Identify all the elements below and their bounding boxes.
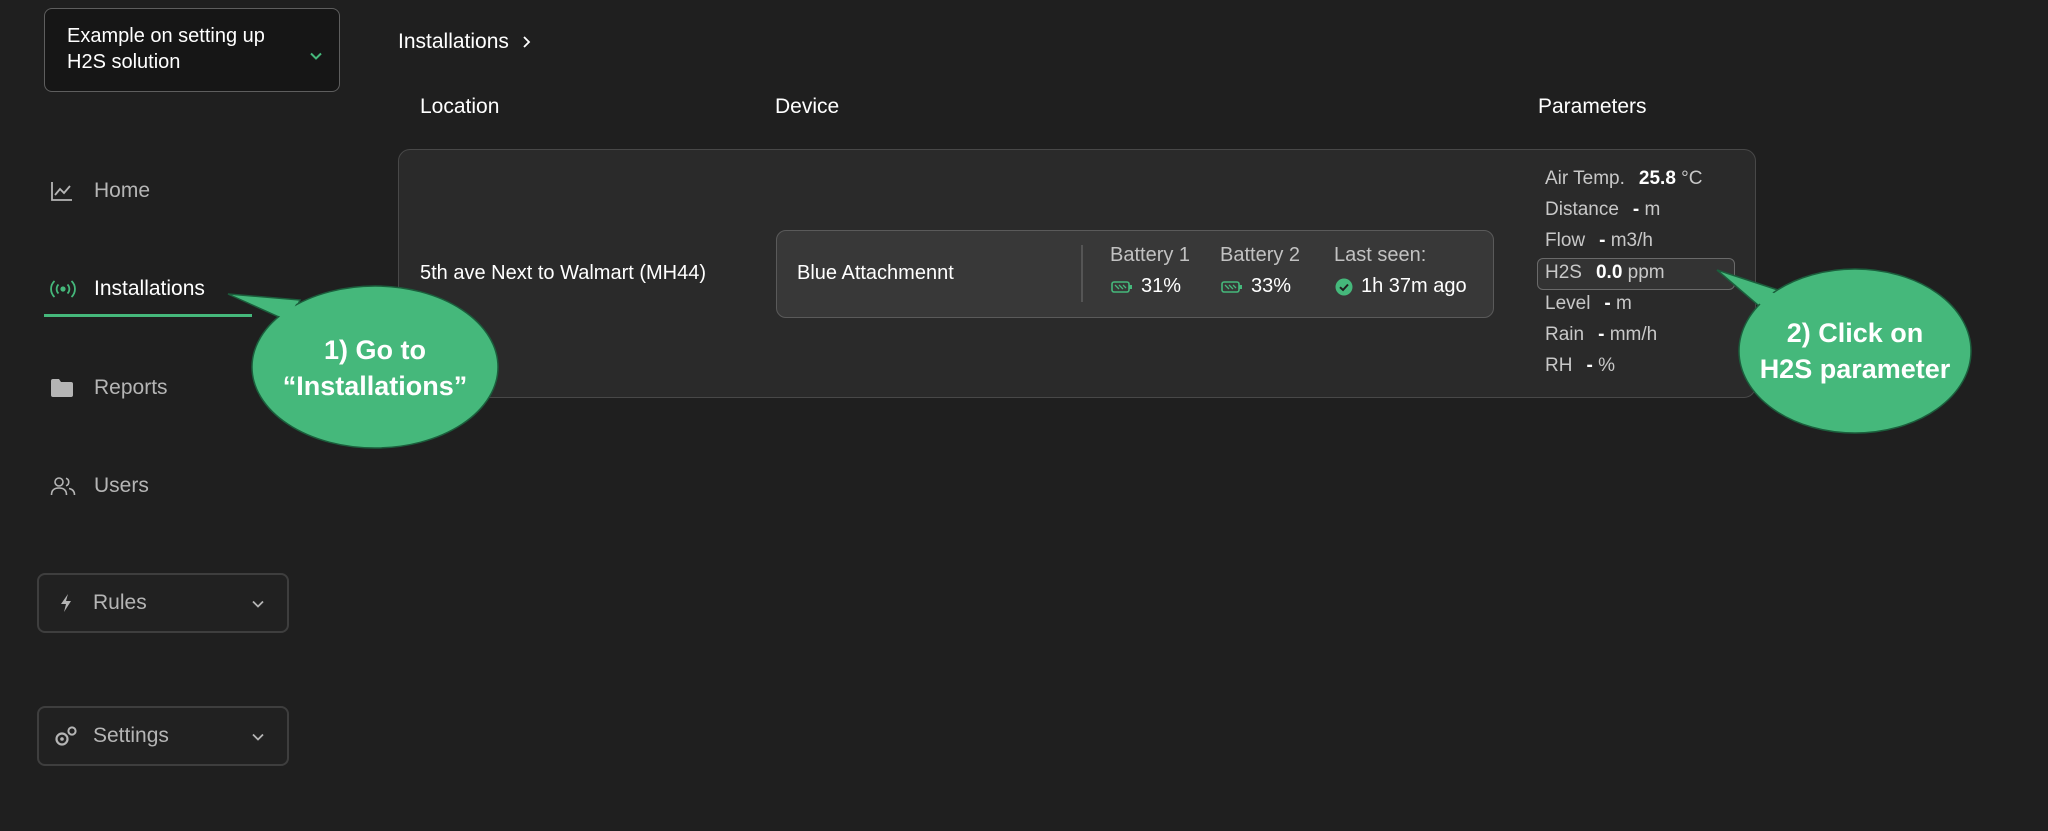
page: Example on setting up H2S solution Home … xyxy=(0,0,2048,831)
callout-step1-text: 1) Go to “Installations” xyxy=(262,332,488,404)
callout-step2-line2: H2S parameter xyxy=(1759,354,1951,384)
callout-step2-text: 2) Click on H2S parameter xyxy=(1745,315,1965,387)
callout-step2-line1: 2) Click on xyxy=(1786,318,1924,348)
callout-step1-line2: “Installations” xyxy=(282,371,468,401)
callout-bubbles xyxy=(227,268,1972,449)
callout-step1-line1: 1) Go to xyxy=(324,335,426,365)
